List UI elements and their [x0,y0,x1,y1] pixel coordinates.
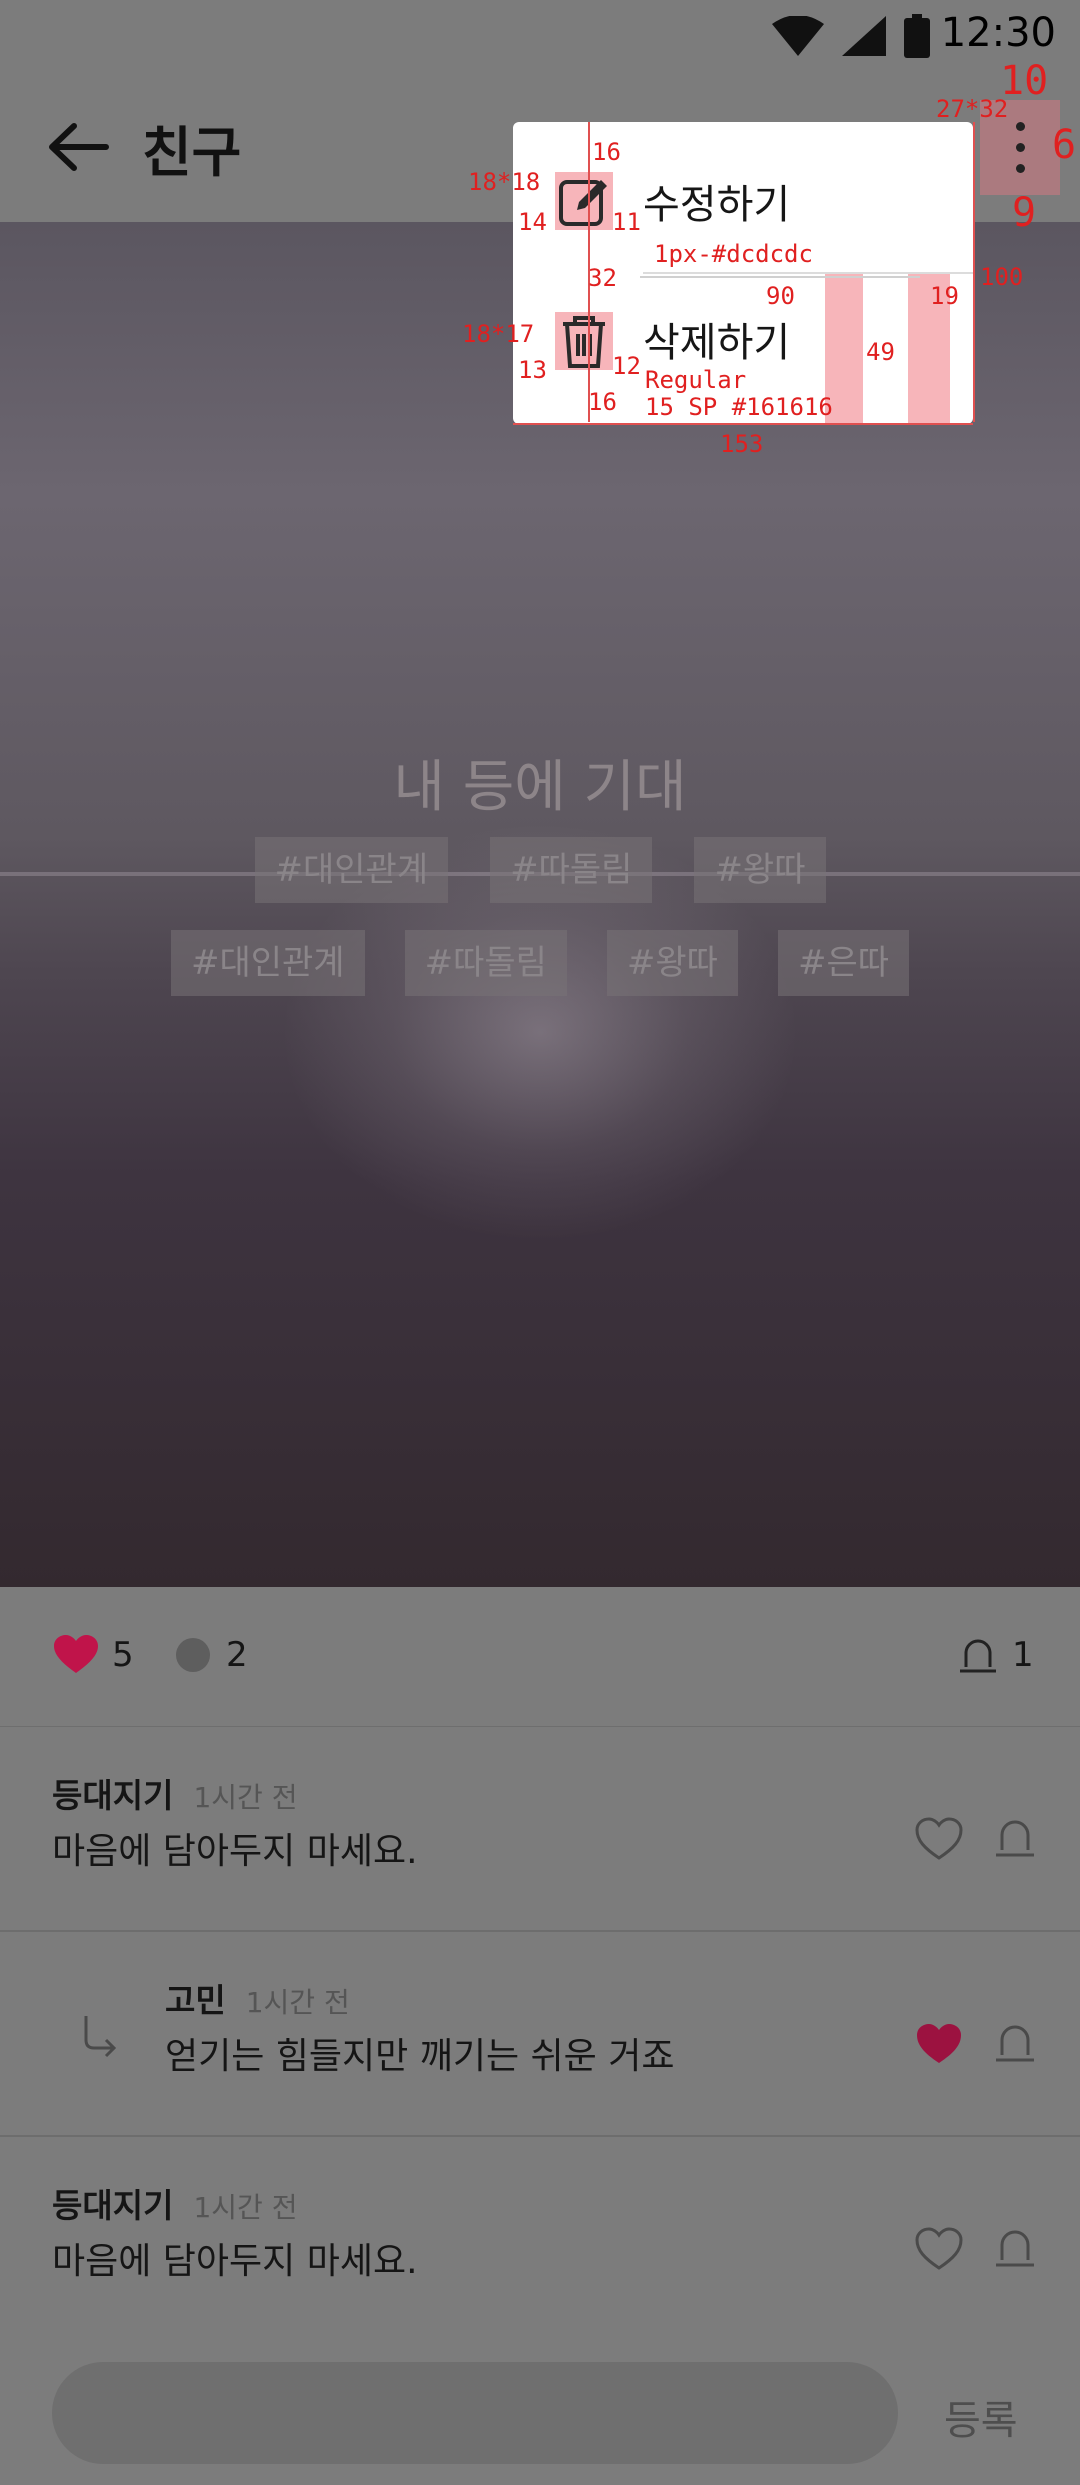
spec-label: 6 [1052,122,1077,168]
like-stat[interactable]: 5 [54,1635,134,1675]
submit-button[interactable]: 등록 [944,2388,1018,2446]
edit-label: 수정하기 [643,182,791,228]
comment-input[interactable] [52,2362,898,2464]
spec-guide-line [513,423,973,425]
trash-icon [563,316,605,368]
comment-author-wrap: 등대지기 1시간 전 [52,2179,297,2227]
spec-label: 1px-#dcdcdc [654,240,813,268]
spec-label: Regular [645,366,747,394]
spec-label: 16 [588,388,617,416]
status-icons [772,14,930,58]
comment-input-bar: 등록 [0,2340,1080,2485]
tag-chip[interactable]: #따돌림 [404,930,567,996]
comment-item: 등대지기 1시간 전 마음에 담아두지 마세요. [0,1727,1080,1932]
edit-icon [559,180,607,226]
siren-icon[interactable] [993,2020,1037,2064]
tag-chip[interactable]: #대인관계 [170,930,365,996]
report-stat[interactable]: 1 [958,1635,1034,1675]
spec-label: 16 [592,138,621,166]
comment-author[interactable]: 고민 [165,1981,226,2020]
back-arrow-icon[interactable] [44,112,114,182]
like-count: 5 [112,1635,134,1675]
status-bar: 12:30 [0,0,1080,70]
tag-chip[interactable]: #은따 [777,930,910,996]
status-time: 12:30 [940,10,1056,56]
spec-label: 11 [612,208,641,236]
tag-chip[interactable]: #왕따 [694,837,826,903]
siren-icon[interactable] [993,1815,1037,1859]
comment-author-wrap: 고민 1시간 전 [165,1974,350,2022]
battery-icon [904,14,930,58]
siren-icon[interactable] [993,2225,1037,2269]
spec-label: 27*32 [936,95,1009,123]
comment-text: 마음에 담아두지 마세요. [52,2241,418,2282]
more-dot-icon [1016,164,1025,173]
reply-arrow-icon [84,2016,117,2058]
comment-author[interactable]: 등대지기 [52,2186,173,2225]
comment-time: 1시간 전 [193,1781,298,1814]
tag-chip[interactable]: #대인관계 [254,837,449,903]
comment-author-wrap: 등대지기 1시간 전 [52,1769,297,1817]
stats-bar: 5 2 1 [0,1587,1080,1727]
spec-label: 100 [980,263,1024,291]
comment-text: 마음에 담아두지 마세요. [52,1831,418,1872]
reply-item: 고민 1시간 전 얻기는 힘들지만 깨기는 쉬운 거죠 [0,1932,1080,2137]
comment-time: 1시간 전 [245,1986,350,2019]
tag-chip[interactable]: #왕따 [606,930,738,996]
comment-item: 등대지기 1시간 전 마음에 담아두지 마세요. [0,2137,1080,2342]
hero-image: 내 등에 기대 #대인관계 #따돌림 #왕따 #대인관계 #따돌림 #왕따 #은… [0,222,1080,1587]
spec-label: 18*18 [468,168,541,196]
tag-row-2: #대인관계 #따돌림 #왕따 #은따 [0,930,1080,996]
spec-label: 19 [930,282,959,310]
spec-label: 153 [720,430,764,458]
spec-label: 18*17 [462,320,535,348]
heart-outline-icon[interactable] [915,2227,963,2271]
spec-guide-line [640,276,920,278]
heart-filled-icon [54,1635,98,1673]
comment-stat[interactable]: 2 [174,1635,248,1675]
spec-label: 15 SP #161616 [645,393,833,421]
spec-label: 49 [866,338,895,366]
more-dot-icon [1016,122,1025,131]
wifi-icon [772,16,824,56]
signal-icon [842,16,886,56]
spec-label: 9 [1012,190,1037,236]
spec-label: 13 [518,356,547,384]
more-dot-icon [1016,143,1025,152]
hero-title: 내 등에 기대 [393,755,687,820]
comment-count: 2 [226,1635,248,1675]
tag-row-1: #대인관계 #따돌림 #왕따 [0,837,1080,903]
siren-icon [960,1639,996,1673]
comment-text: 얻기는 힘들지만 깨기는 쉬운 거죠 [165,2036,675,2077]
comment-author[interactable]: 등대지기 [52,1776,173,1815]
tag-chip[interactable]: #따돌림 [490,837,653,903]
delete-label: 삭제하기 [643,320,791,366]
spec-guide-line [973,122,975,422]
spec-label: 14 [518,208,547,236]
comment-bubble-icon [176,1638,210,1672]
page-title: 친구 [142,121,242,184]
report-count: 1 [1012,1635,1034,1675]
heart-filled-icon[interactable] [915,2022,963,2066]
spec-label: 12 [612,352,641,380]
heart-outline-icon[interactable] [915,1817,963,1861]
spec-label: 32 [588,264,617,292]
comment-time: 1시간 전 [193,2191,298,2224]
spec-label: 90 [766,282,795,310]
